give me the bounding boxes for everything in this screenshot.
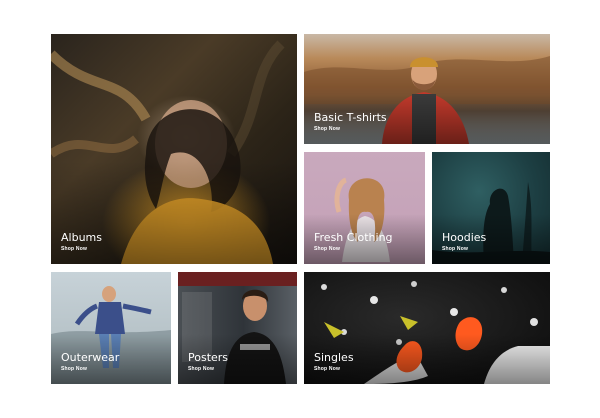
shop-now-link-posters[interactable]: Shop Now — [188, 366, 228, 372]
shop-now-link-singles[interactable]: Shop Now — [314, 366, 354, 372]
category-tile-hoodies[interactable]: Hoodies Shop Now — [432, 152, 550, 264]
tile-title-posters: Posters — [188, 351, 229, 364]
tile-title-albums: Albums — [61, 231, 102, 244]
tile-title-hoodies: Hoodies — [442, 231, 487, 244]
tile-title-fresh-clothing: Fresh Clothing — [314, 231, 393, 244]
fresh-clothing-caption: Fresh Clothing Shop Now — [314, 231, 393, 252]
category-tile-outerwear[interactable]: Outerwear Shop Now — [51, 272, 171, 384]
category-tile-posters[interactable]: Posters Shop Now — [178, 272, 297, 384]
category-tile-fresh-clothing[interactable]: Fresh Clothing Shop Now — [304, 152, 425, 264]
category-tile-singles[interactable]: Singles Shop Now — [304, 272, 550, 384]
shop-now-link-fresh-clothing[interactable]: Shop Now — [314, 246, 393, 252]
hoodies-caption: Hoodies Shop Now — [442, 231, 486, 252]
basic-tshirts-caption: Basic T-shirts Shop Now — [314, 111, 387, 132]
tile-title-basic-tshirts: Basic T-shirts — [314, 111, 387, 124]
category-tile-albums[interactable]: Albums Shop Now — [51, 34, 297, 264]
albums-caption: Albums Shop Now — [61, 231, 102, 252]
tile-title-outerwear: Outerwear — [61, 351, 120, 364]
shop-now-link-outerwear[interactable]: Shop Now — [61, 366, 119, 372]
outerwear-caption: Outerwear Shop Now — [61, 351, 119, 372]
category-tile-basic-tshirts[interactable]: Basic T-shirts Shop Now — [304, 34, 550, 144]
shop-now-link-basic-tshirts[interactable]: Shop Now — [314, 126, 387, 132]
shop-now-link-hoodies[interactable]: Shop Now — [442, 246, 486, 252]
tile-title-singles: Singles — [314, 351, 354, 364]
posters-caption: Posters Shop Now — [188, 351, 228, 372]
shop-now-link-albums[interactable]: Shop Now — [61, 246, 102, 252]
singles-caption: Singles Shop Now — [314, 351, 354, 372]
